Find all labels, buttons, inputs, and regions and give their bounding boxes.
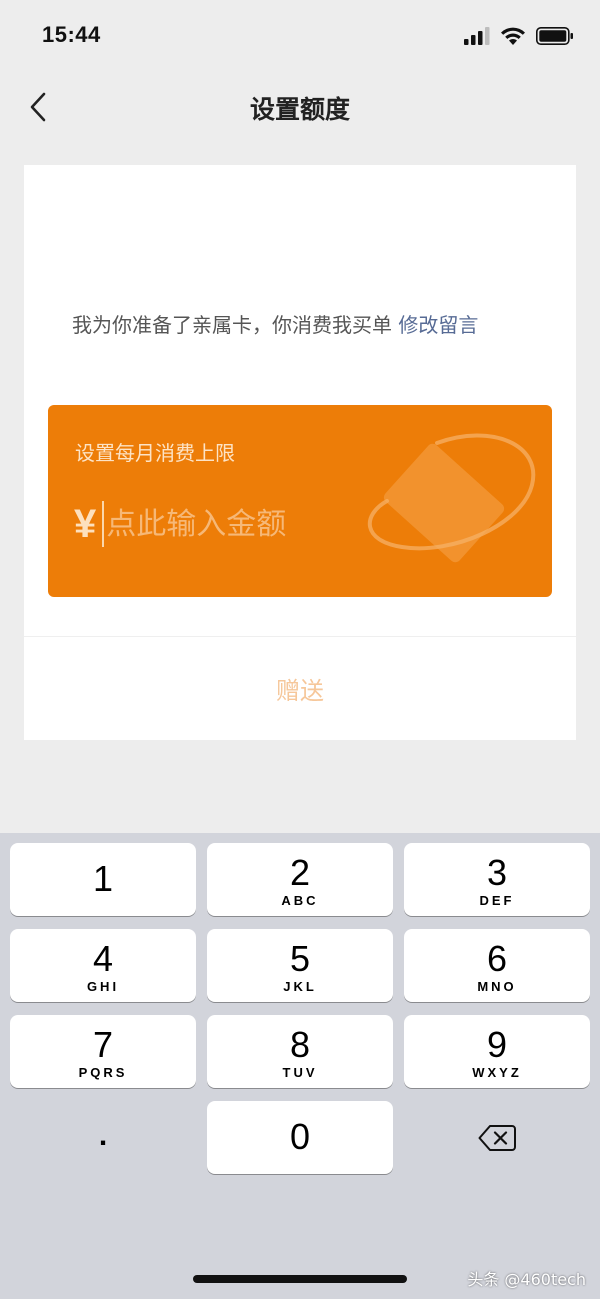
text-caret [102, 501, 105, 547]
key-digit: 8 [289, 1024, 311, 1065]
key-letters: TUV [282, 1065, 318, 1080]
spending-limit-card: 设置每月消费上限 ¥ [48, 405, 552, 597]
key-digit: 3 [486, 852, 508, 893]
key-8[interactable]: 8 TUV [207, 1015, 393, 1088]
nav-bar: 设置额度 [0, 70, 600, 144]
status-time: 15:44 [42, 22, 101, 47]
key-digit: 0 [289, 1116, 311, 1157]
message-text: 我为你准备了亲属卡，你消费我买单 [72, 313, 392, 337]
key-digit: 4 [92, 938, 114, 979]
gift-button[interactable]: 赠送 [24, 637, 576, 740]
page-title: 设置额度 [249, 95, 350, 124]
card-message: 我为你准备了亲属卡，你消费我买单 修改留言 [72, 311, 532, 339]
key-letters: WXYZ [472, 1065, 522, 1080]
spending-limit-label: 设置每月消费上限 [75, 441, 235, 465]
numeric-keypad: 1 2 ABC 3 DEF 4 GHI 5 JKL 6 MNO 7 PQRS 8… [0, 833, 600, 1299]
edit-message-link[interactable]: 修改留言 [398, 313, 478, 337]
key-letters: MNO [477, 979, 517, 994]
battery-icon [536, 26, 573, 45]
card-decoration-icon [367, 433, 536, 563]
key-digit: 2 [289, 852, 311, 893]
key-letters: JKL [283, 979, 317, 994]
key-7[interactable]: 7 PQRS [10, 1015, 196, 1088]
delete-key[interactable] [404, 1101, 590, 1174]
key-0[interactable]: 0 [207, 1101, 393, 1174]
key-letters: DEF [479, 893, 515, 908]
home-indicator[interactable] [193, 1275, 407, 1283]
key-1[interactable]: 1 [10, 843, 196, 916]
watermark: 头条 @460tech [467, 1270, 586, 1289]
key-letters: PQRS [78, 1065, 128, 1080]
backspace-icon [478, 1124, 516, 1151]
key-digit: 5 [289, 938, 311, 979]
key-3[interactable]: 3 DEF [404, 843, 590, 916]
currency-symbol: ¥ [74, 501, 97, 546]
key-6[interactable]: 6 MNO [404, 929, 590, 1002]
decimal-point: . [98, 1119, 108, 1152]
key-2[interactable]: 2 ABC [207, 843, 393, 916]
key-5[interactable]: 5 JKL [207, 929, 393, 1002]
status-bar: 15:44 [0, 0, 600, 70]
key-digit: 7 [92, 1024, 114, 1065]
cellular-signal-icon [464, 26, 490, 45]
key-digit: 1 [92, 858, 114, 899]
key-9[interactable]: 9 WXYZ [404, 1015, 590, 1088]
family-card-panel: 我为你准备了亲属卡，你消费我买单 修改留言 设置每月消费上限 ¥ 赠送 [24, 165, 576, 740]
wifi-icon [501, 27, 525, 45]
status-icons [464, 26, 574, 45]
key-digit: 6 [486, 938, 508, 979]
key-letters: ABC [281, 893, 319, 908]
key-decimal[interactable]: . [10, 1101, 196, 1174]
key-4[interactable]: 4 GHI [10, 929, 196, 1002]
key-letters: GHI [86, 979, 120, 994]
key-digit: 9 [486, 1024, 508, 1065]
